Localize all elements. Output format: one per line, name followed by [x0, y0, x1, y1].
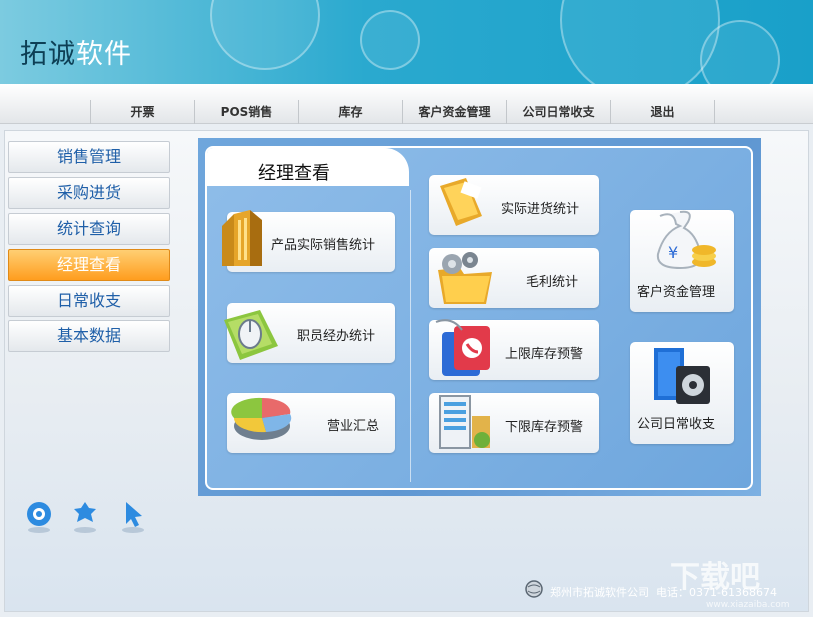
money-bag-icon: ¥ [656, 210, 716, 270]
brand-part1: 拓诚 [20, 39, 76, 70]
globe-icon [525, 580, 543, 598]
card-label: 职员经办统计 [297, 329, 376, 344]
card-label: 实际进货统计 [501, 202, 580, 217]
mouse-icon [224, 310, 278, 360]
phone-book-icon [435, 319, 490, 376]
nav-item-stock[interactable]: 库存 [298, 100, 402, 124]
nav-divider [714, 100, 715, 124]
card-label: 客户资金管理 [637, 285, 716, 300]
building-stack-icon [439, 395, 490, 449]
card-label: 毛利统计 [526, 275, 579, 290]
folder-icon [440, 178, 482, 226]
brand-part2: 软件 [76, 39, 132, 70]
nav-item-daily-expense[interactable]: 公司日常收支 [506, 100, 610, 124]
pointer-icon[interactable] [118, 498, 148, 534]
top-nav: 开票 POS销售 库存 客户资金管理 公司日常收支 退出 [0, 84, 813, 124]
safe-box-icon [654, 348, 710, 404]
building-icon [222, 210, 262, 266]
svg-text:¥: ¥ [668, 243, 678, 262]
card-label: 营业汇总 [327, 419, 380, 434]
nav-item-exit[interactable]: 退出 [610, 100, 714, 124]
column-divider [410, 190, 411, 482]
decor-bubble [700, 20, 780, 84]
app-logo: 拓诚软件 [20, 32, 132, 71]
card-label: 公司日常收支 [637, 417, 716, 432]
pie-chart-icon [231, 397, 292, 440]
panel-title: 经理查看 [258, 163, 330, 184]
nav-item-invoice[interactable]: 开票 [90, 100, 194, 124]
gear-folder-icon [438, 252, 492, 304]
footer-company: 郑州市拓诚软件公司 [550, 586, 649, 599]
sidebar-item-daily[interactable]: 日常收支 [8, 285, 170, 317]
sidebar-item-purchase[interactable]: 采购进货 [8, 177, 170, 209]
watermark: 下载吧 [670, 560, 760, 595]
watermark-url: www.xiazaiba.com [706, 600, 790, 610]
nav-item-customer-funds[interactable]: 客户资金管理 [402, 100, 506, 124]
sidebar-item-sales[interactable]: 销售管理 [8, 141, 170, 173]
sidebar-item-base-data[interactable]: 基本数据 [8, 320, 170, 352]
decor-bubble [210, 0, 320, 70]
settings-icon[interactable] [70, 498, 100, 534]
card-label: 下限库存预警 [505, 420, 584, 435]
help-icon[interactable] [24, 498, 54, 534]
card-label: 产品实际销售统计 [271, 238, 376, 253]
sidebar-item-statistics[interactable]: 统计查询 [8, 213, 170, 245]
app-header: 拓诚软件 [0, 0, 813, 84]
sidebar-item-manager[interactable]: 经理查看 [8, 249, 170, 281]
decor-bubble [360, 10, 420, 70]
nav-item-pos[interactable]: POS销售 [194, 100, 298, 124]
card-label: 上限库存预警 [505, 347, 584, 362]
decor-bubble [560, 0, 720, 84]
